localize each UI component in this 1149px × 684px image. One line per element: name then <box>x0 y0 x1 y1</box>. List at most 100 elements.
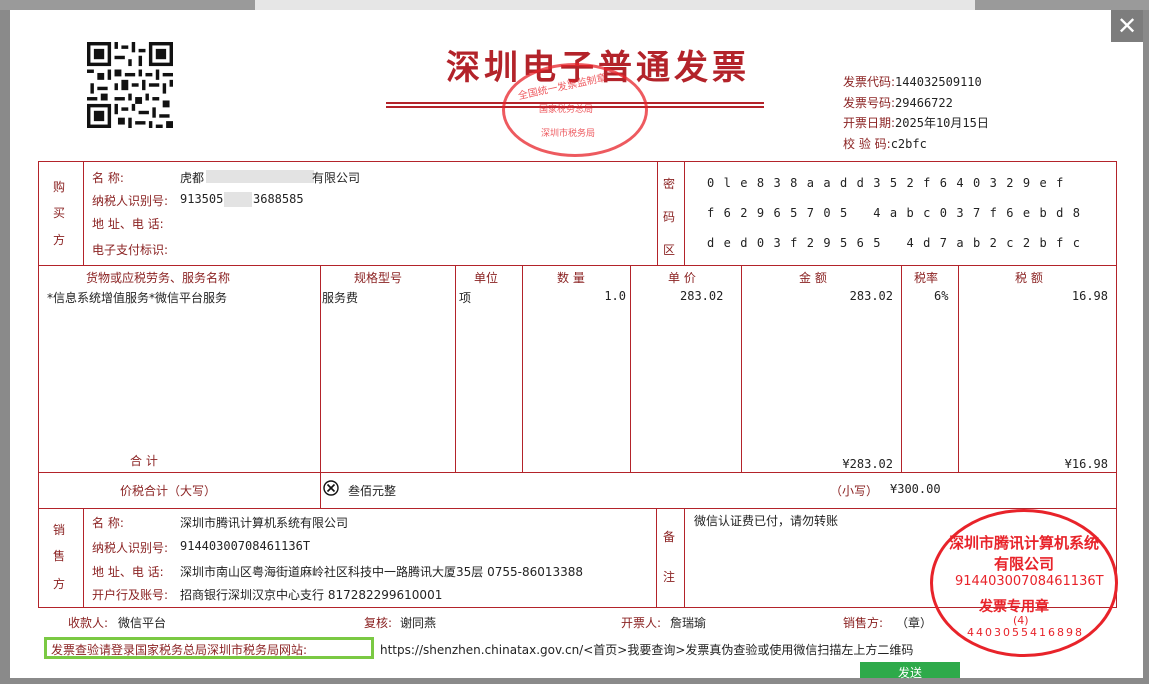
stamp-bottom-text: 深圳市税务局 <box>541 129 596 139</box>
table-border <box>1116 161 1117 608</box>
verify-url-text[interactable]: https://shenzhen.chinatax.gov.cn/<首页>我要查… <box>380 641 913 658</box>
seller-name-label: 名 称: <box>92 516 124 530</box>
item-price: 283.02 <box>680 289 724 303</box>
item-unit: 项 <box>459 291 472 305</box>
header-rate: 税率 <box>914 271 939 285</box>
seller-tax-id: 91440300708461136T <box>180 539 311 553</box>
redaction-box <box>206 170 314 183</box>
table-border <box>684 508 685 607</box>
stamp-top-text: 全国统一发票监制章 <box>517 72 608 103</box>
total-tax: ¥16.98 <box>1064 457 1108 471</box>
seller-bank: 招商银行深圳汉京中心支行 817282299610001 <box>180 588 443 602</box>
table-border <box>901 265 902 472</box>
remark-label-2: 注 <box>663 570 676 584</box>
remark-text: 微信认证费已付，请勿转账 <box>694 514 839 528</box>
issuer-label: 开票人: <box>621 616 662 630</box>
meta-row: 发票代码:144032509110 <box>843 75 982 89</box>
item-rate: 6% <box>934 289 949 303</box>
seller-addr: 深圳市南山区粤海街道麻岭社区科技中一路腾讯大厦35层 0755-86013388 <box>180 565 584 579</box>
buyer-label-3: 方 <box>53 233 66 247</box>
table-border <box>684 161 685 265</box>
backdrop-strip <box>255 0 975 10</box>
seller-label-2: 售 <box>53 549 66 563</box>
seller-seal-label: 销售方: <box>843 616 884 630</box>
stamp-seller-tax-id: 91440300708461136T <box>955 574 1104 589</box>
buyer-name-label: 名 称: <box>92 171 124 185</box>
seller-tax-label: 纳税人识别号: <box>92 541 169 555</box>
cross-circle-icon <box>323 480 339 496</box>
header-spec: 规格型号 <box>354 271 403 285</box>
seller-label-1: 销 <box>53 523 66 537</box>
table-border <box>630 265 631 472</box>
table-border <box>38 161 1117 162</box>
buyer-tax-id-start: 913505 <box>180 192 224 206</box>
remark-label-1: 备 <box>663 530 676 544</box>
grand-total-small: ¥300.00 <box>890 482 941 496</box>
table-border <box>656 508 657 607</box>
total-amount: ¥283.02 <box>842 457 893 471</box>
buyer-tax-id-end: 3688585 <box>253 192 304 206</box>
meta-row: 校 验 码:c2bfc <box>843 136 927 151</box>
seller-bank-label: 开户行及账号: <box>92 588 169 602</box>
meta-row: 开票日期:2025年10月15日 <box>843 116 989 130</box>
stamp-middle-text: 国家税务总局 <box>539 105 594 115</box>
table-border <box>958 265 959 472</box>
item-amount: 283.02 <box>849 289 893 303</box>
national-tax-stamp: 全国统一发票监制章 国家税务总局 深圳市税务局 <box>502 63 648 157</box>
reviewer-label: 复核: <box>364 616 393 630</box>
table-border <box>657 161 658 265</box>
item-qty: 1.0 <box>604 289 626 303</box>
cipher-label-2: 码 <box>663 210 676 224</box>
table-border <box>83 161 84 265</box>
stamp-seller-bottom: 4403055416898 <box>967 626 1084 639</box>
buyer-tax-label: 纳税人识别号: <box>92 194 169 208</box>
buyer-label-1: 购 <box>53 180 66 194</box>
buyer-name: 虎都 <box>180 171 205 185</box>
issuer: 詹瑞瑜 <box>670 616 707 630</box>
table-border <box>83 508 84 607</box>
seller-seal: （章） <box>896 616 933 630</box>
buyer-name-suffix: 有限公司 <box>312 171 361 185</box>
header-qty: 数 量 <box>557 271 585 285</box>
grand-total-label: 价税合计（大写） <box>120 484 217 498</box>
verify-highlight-text: 发票查验请登录国家税务总局深圳市税务局网站: <box>51 643 308 657</box>
seller-invoice-stamp: 深圳市腾讯计算机系统有限公司 91440300708461136T 发票专用章 … <box>930 509 1118 657</box>
seller-name: 深圳市腾讯计算机系统有限公司 <box>180 516 349 530</box>
table-border <box>38 508 1117 509</box>
buyer-addr-label: 地 址、电 话: <box>92 217 164 231</box>
redaction-box <box>224 192 252 207</box>
invoice-meta: 发票代码:144032509110 发票号码:29466722 开票日期:202… <box>843 72 989 154</box>
buyer-pay-label: 电子支付标识: <box>92 243 169 257</box>
stamp-seller-label: 发票专用章 <box>979 599 1049 615</box>
qr-code-icon <box>87 42 173 128</box>
payee: 微信平台 <box>118 616 167 630</box>
item-name: *信息系统增值服务*微信平台服务 <box>47 291 228 305</box>
cipher-row: f62965705 4abc037f6ebd8 <box>707 206 1090 220</box>
cipher-label-1: 密 <box>663 177 676 191</box>
table-border <box>741 265 742 472</box>
cipher-row: 0le838aadd352f640329ef <box>707 176 1073 190</box>
table-border <box>38 265 1117 266</box>
meta-row: 发票号码:29466722 <box>843 95 953 110</box>
header-name: 货物或应税劳务、服务名称 <box>86 271 231 285</box>
payee-label: 收款人: <box>68 616 109 630</box>
grand-total-words: 叁佰元整 <box>348 484 397 498</box>
item-tax: 16.98 <box>1071 289 1108 303</box>
header-tax: 税 额 <box>1015 271 1043 285</box>
cipher-row: ded03f29565 4d7ab2c2bfc <box>707 236 1090 250</box>
header-amount: 金 额 <box>799 271 827 285</box>
table-border <box>38 161 39 608</box>
header-unit: 单位 <box>474 271 499 285</box>
table-border <box>38 472 1117 473</box>
item-spec: 服务费 <box>322 291 359 305</box>
reviewer: 谢同燕 <box>400 616 437 630</box>
cipher-label-3: 区 <box>663 243 676 257</box>
header-price: 单 价 <box>668 271 696 285</box>
grand-total-small-label: （小写） <box>830 484 879 498</box>
total-label: 合 计 <box>130 454 158 468</box>
seller-label-3: 方 <box>53 577 66 591</box>
close-button[interactable]: ✕ <box>1111 10 1143 42</box>
buyer-label-2: 买 <box>53 206 66 220</box>
seller-addr-label: 地 址、电 话: <box>92 565 164 579</box>
send-button[interactable]: 发送 <box>860 662 960 680</box>
